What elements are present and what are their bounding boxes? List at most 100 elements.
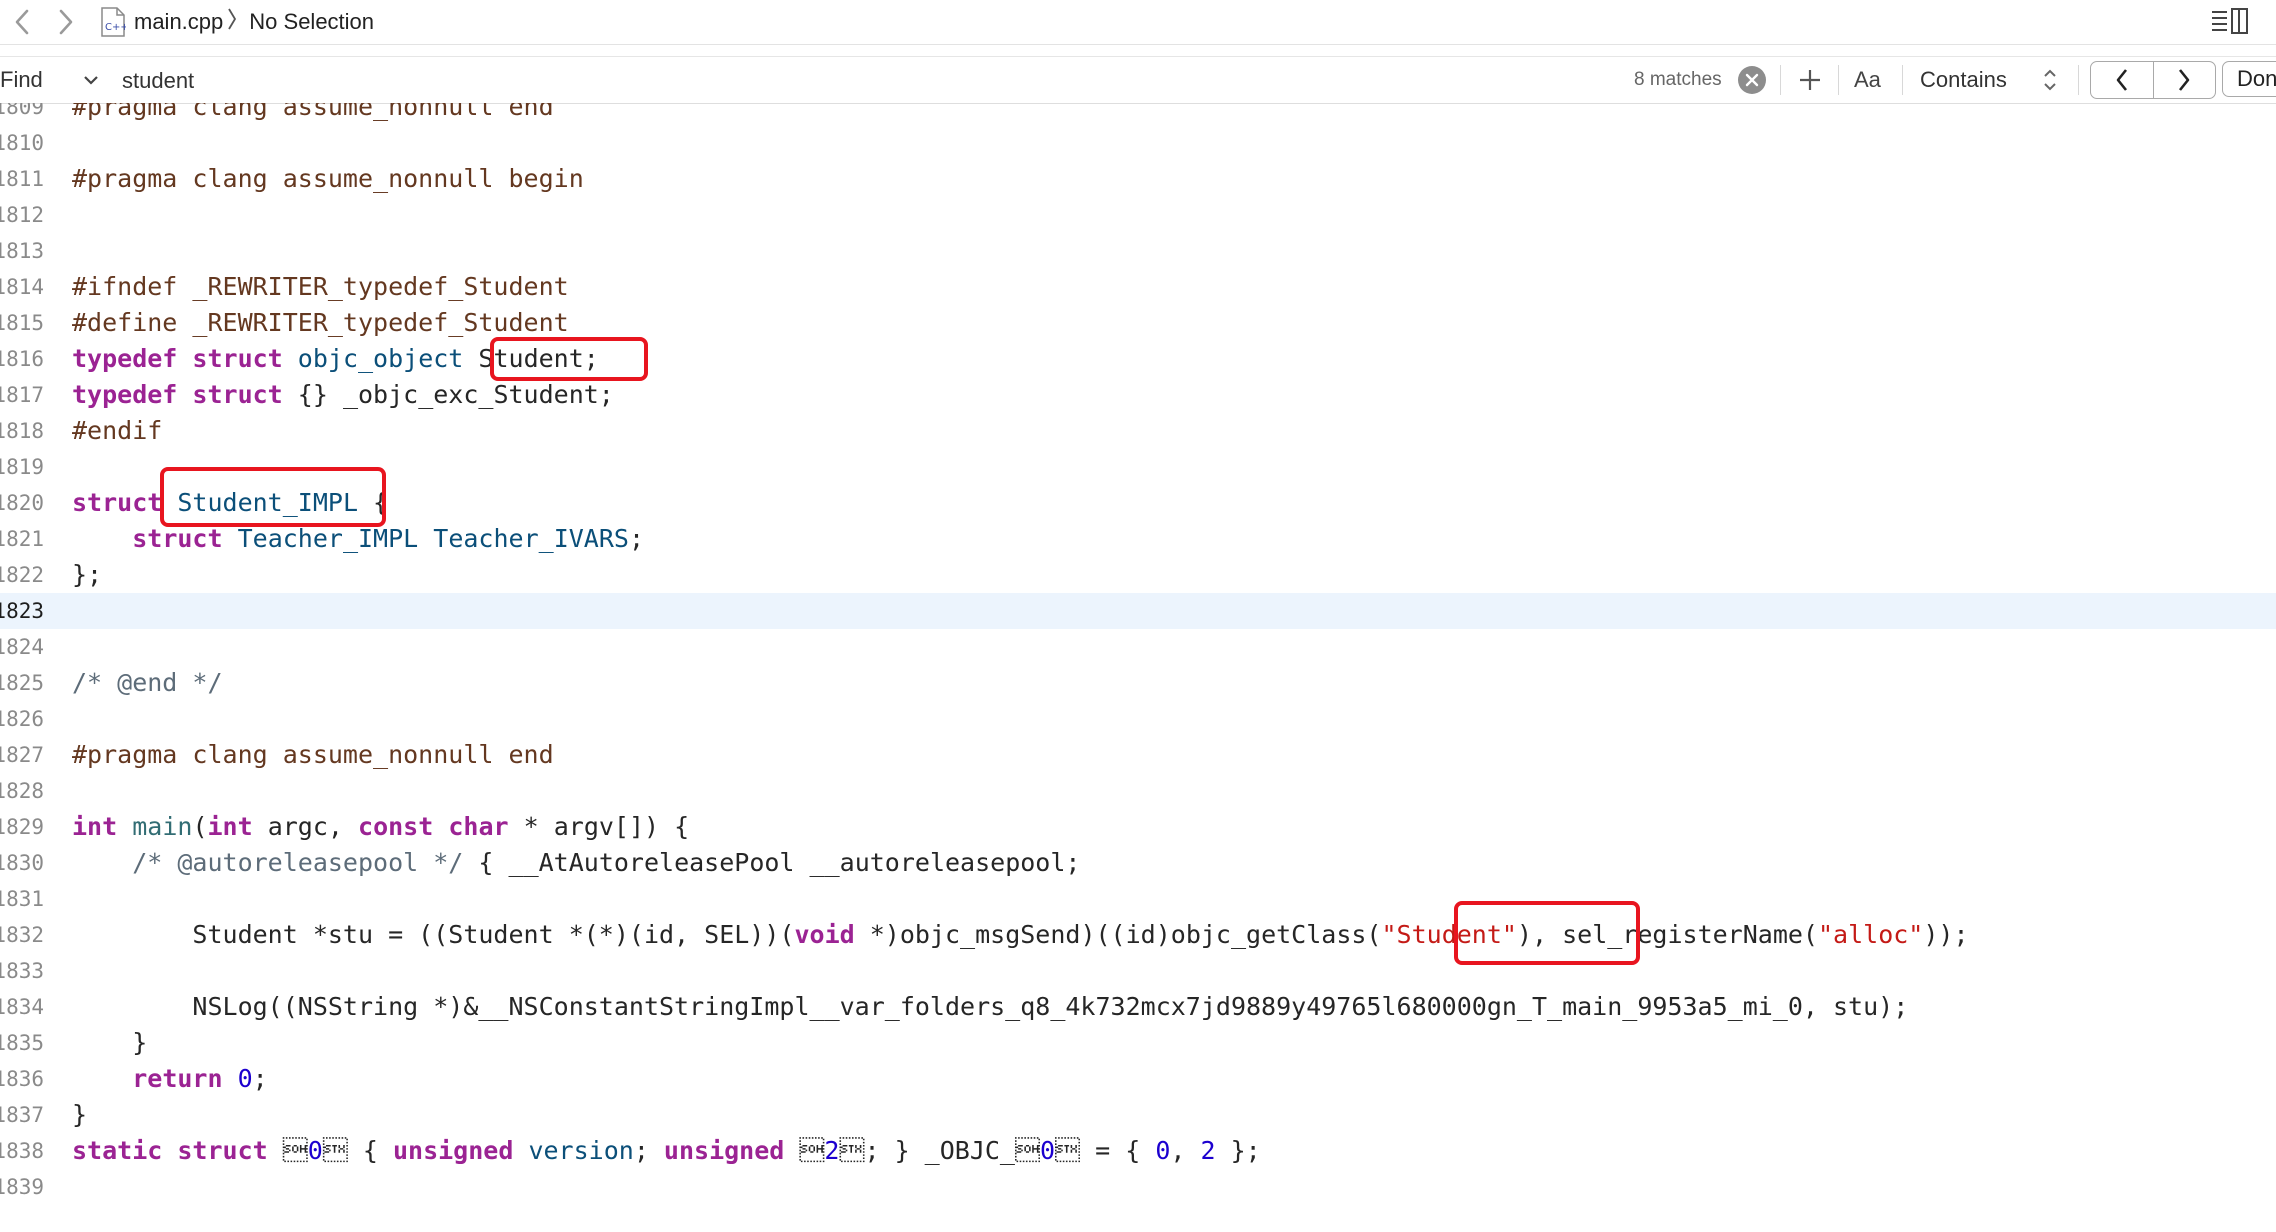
code-line: 1813 (0, 233, 2276, 269)
code-text: } (72, 1028, 148, 1057)
code-text: #pragma clang assume_nonnull begin (72, 164, 584, 193)
code-line: 1815 #define _REWRITER_typedef_Student (0, 305, 2276, 341)
next-icon (2179, 69, 2190, 91)
code-text: /* @end */ (72, 668, 223, 697)
code-line: 1832 Student *stu = ((Student *(*)(id, S… (0, 917, 2276, 953)
match-count: 8 matches (1634, 69, 1722, 90)
code-editor[interactable]: 1809 #pragma clang assume_nonnull end 181… (0, 103, 2276, 1232)
code-text: NSLog((NSString *)&__NSConstantStringImp… (72, 992, 1909, 1021)
code-text: struct Teacher_IMPL Teacher_IVARS; (132, 524, 645, 553)
code-line: 1817 typedef struct {} _objc_exc_Student; (0, 377, 2276, 413)
code-line: 1821 struct Teacher_IMPL Teacher_IVARS; (0, 521, 2276, 557)
clear-search-button[interactable] (1738, 66, 1766, 94)
editor-options-icon (2212, 8, 2248, 34)
line-number: 1836 (0, 1067, 44, 1091)
line-number: 1837 (0, 1103, 44, 1127)
code-text: int main(int argc, const char * argv[]) … (72, 812, 690, 841)
case-sensitive-toggle[interactable]: Aa (1854, 57, 1881, 103)
add-pattern-button[interactable] (1794, 63, 1826, 97)
divider (1838, 65, 1839, 95)
line-number: 1827 (0, 743, 44, 767)
code-line: 1816 typedef struct objc_object Student; (0, 341, 2276, 377)
back-button[interactable] (0, 0, 44, 44)
done-button[interactable]: Done (2222, 61, 2276, 97)
line-number: 1830 (0, 851, 44, 875)
code-text: struct Student_IMPL { (72, 488, 389, 517)
forward-button[interactable] (44, 0, 88, 44)
editor-options-button[interactable] (2210, 6, 2250, 41)
code-line: 1814 #ifndef _REWRITER_typedef_Student (0, 269, 2276, 305)
line-number: 1825 (0, 671, 44, 695)
code-text: Student *stu = ((Student *(*)(id, SEL))(… (72, 920, 1969, 949)
code-text: /* @autoreleasepool */ { __AtAutorelease… (132, 848, 1081, 877)
find-mode-label: Find (0, 67, 43, 92)
breadcrumb-chevron-icon (227, 7, 237, 38)
previous-icon (2116, 69, 2127, 91)
line-number: 1833 (0, 959, 44, 983)
forward-arrow-icon (59, 9, 73, 35)
code-line: 1826 (0, 701, 2276, 737)
code-line: 1827 #pragma clang assume_nonnull end (0, 737, 2276, 773)
next-match-button[interactable] (2154, 62, 2216, 98)
code-text: typedef struct objc_object Student; (72, 344, 599, 373)
code-text: } (72, 1100, 88, 1129)
up-down-chevron-icon (2044, 69, 2056, 91)
plus-icon (1800, 70, 1820, 90)
code-line: 1825 /* @end */ (0, 665, 2276, 701)
divider (1902, 65, 1903, 95)
search-input[interactable] (120, 63, 1774, 99)
dropdown-chevron-icon (84, 76, 98, 85)
line-number: 1814 (0, 275, 44, 299)
clear-icon (1745, 73, 1759, 87)
line-number: 1819 (0, 455, 44, 479)
code-line: 1810 (0, 125, 2276, 161)
code-text: #pragma clang assume_nonnull end (72, 740, 554, 769)
code-line: 1836 return 0; (0, 1061, 2276, 1097)
svg-text:C++: C++ (105, 22, 126, 33)
code-line: 1809 #pragma clang assume_nonnull end (0, 103, 2276, 125)
find-mode-dropdown[interactable]: Find (0, 57, 99, 103)
line-number: 1823 (0, 599, 44, 623)
code-line: 1835 } (0, 1025, 2276, 1061)
line-number: 1829 (0, 815, 44, 839)
line-number: 1828 (0, 779, 44, 803)
line-number: 1822 (0, 563, 44, 587)
code-line: 1838 static struct 0 { unsigned version… (0, 1133, 2276, 1169)
code-line: 1812 (0, 197, 2276, 233)
line-number: 1818 (0, 419, 44, 443)
code-text: static struct 0 { unsigned version; un… (72, 1136, 1261, 1165)
line-number: 1821 (0, 527, 44, 551)
code-line: 1830 /* @autoreleasepool */ { __AtAutore… (0, 845, 2276, 881)
code-text: #define _REWRITER_typedef_Student (72, 308, 569, 337)
code-line: 1819 (0, 449, 2276, 485)
code-line: 1811 #pragma clang assume_nonnull begin (0, 161, 2276, 197)
divider (1780, 65, 1781, 95)
breadcrumb-selection[interactable]: No Selection (249, 9, 374, 35)
code-line: 1834 NSLog((NSString *)&__NSConstantStri… (0, 989, 2276, 1025)
code-line: 1820 struct Student_IMPL { (0, 485, 2276, 521)
code-text: typedef struct {} _objc_exc_Student; (72, 380, 614, 409)
code-line: 1833 (0, 953, 2276, 989)
find-bar: Find 8 matches Aa Contains Done (0, 56, 2276, 104)
back-arrow-icon (15, 9, 29, 35)
current-line[interactable]: 1823 (0, 593, 2276, 629)
breadcrumb-file[interactable]: main.cpp (134, 9, 223, 35)
code-line: 1828 (0, 773, 2276, 809)
code-line: 1818 #endif (0, 413, 2276, 449)
cpp-file-icon: C++ (100, 7, 129, 37)
line-number: 1813 (0, 239, 44, 263)
jump-bar: C++ main.cpp No Selection (0, 0, 2276, 45)
line-number: 1826 (0, 707, 44, 731)
code-line: 1837} (0, 1097, 2276, 1133)
code-line: 1839 (0, 1169, 2276, 1205)
line-number: 1839 (0, 1175, 44, 1199)
code-text: #endif (72, 416, 163, 445)
previous-match-button[interactable] (2091, 62, 2153, 98)
line-number: 1817 (0, 383, 44, 407)
line-number: 1811 (0, 167, 44, 191)
line-number: 1832 (0, 923, 44, 947)
line-number: 1809 (0, 103, 44, 119)
match-style-dropdown[interactable]: Contains (1920, 57, 2007, 103)
code-text: #ifndef _REWRITER_typedef_Student (72, 272, 569, 301)
code-line: 1822}; (0, 557, 2276, 593)
